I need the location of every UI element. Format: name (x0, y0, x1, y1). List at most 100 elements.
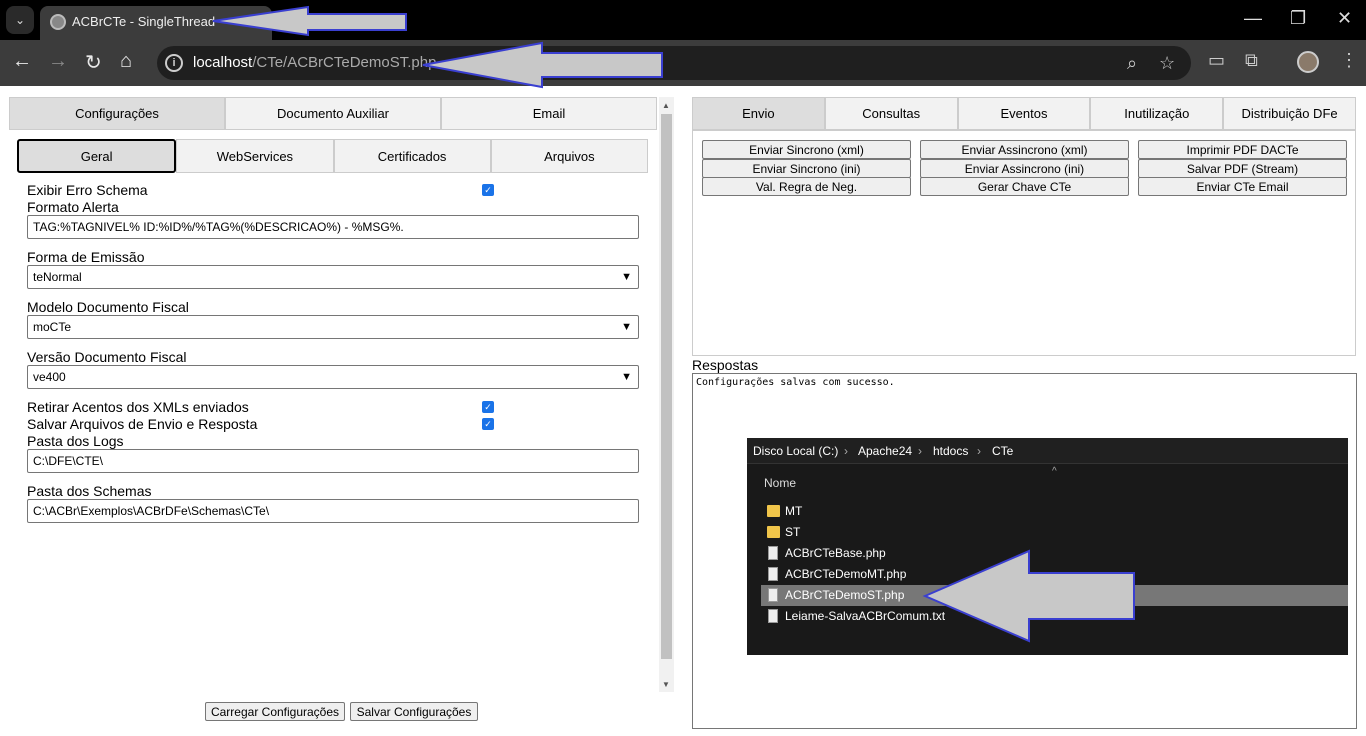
forma-emissao-select[interactable]: teNormal ▼ (27, 265, 639, 289)
menu-icon[interactable]: ⋮ (1340, 50, 1358, 71)
tab-geral[interactable]: Geral (17, 139, 177, 173)
retirar-acentos-label: Retirar Acentos dos XMLs enviados (27, 399, 249, 415)
pasta-schemas-label: Pasta dos Schemas (27, 483, 152, 499)
scroll-down-icon[interactable]: ▼ (662, 680, 670, 689)
tab-arquivos[interactable]: Arquivos (490, 139, 648, 173)
home-icon[interactable]: ⌂ (120, 50, 132, 73)
url-text[interactable]: localhost/CTe/ACBrCTeDemoST.php (193, 54, 436, 71)
chevron-down-icon: ▼ (621, 371, 632, 383)
site-info-icon[interactable]: i (165, 54, 183, 72)
imprimir-pdf-dacte-button[interactable]: Imprimir PDF DACTe (1138, 140, 1347, 159)
chevron-right-icon: › (844, 444, 848, 458)
file-icon (768, 609, 778, 623)
tab-consultas[interactable]: Consultas (824, 97, 958, 130)
modelo-select[interactable]: moCTe ▼ (27, 315, 639, 339)
minimize-icon[interactable]: — (1244, 8, 1262, 29)
explorer-breadcrumb: Disco Local (C:) › Apache24 › htdocs › C… (747, 438, 1348, 464)
zoom-icon[interactable]: ⌕ (1127, 53, 1137, 74)
exibir-erro-label: Exibir Erro Schema (27, 182, 148, 198)
chevron-right-icon: › (918, 444, 922, 458)
file-name: ACBrCTeDemoMT.php (785, 567, 907, 581)
exibir-erro-checkbox[interactable]: ✓ (482, 184, 494, 196)
modelo-label: Modelo Documento Fiscal (27, 299, 189, 315)
close-window-icon[interactable]: ✕ (1337, 8, 1352, 29)
file-name: ST (785, 525, 801, 539)
tab-search-button[interactable]: ⌄ (6, 6, 34, 34)
breadcrumb-item[interactable]: CTe (992, 444, 1013, 458)
chevron-down-icon: ▼ (621, 321, 632, 333)
chevron-down-icon: ⌄ (14, 13, 26, 27)
left-scrollbar[interactable]: ▲ ▼ (659, 97, 674, 692)
tab-envio[interactable]: Envio (692, 97, 825, 130)
tab-configuracoes[interactable]: Configurações (9, 97, 225, 130)
file-icon (768, 588, 778, 602)
enviar-cte-email-button[interactable]: Enviar CTe Email (1138, 177, 1347, 196)
tab-title: ACBrCTe - SingleThread (72, 14, 216, 29)
right-tabs: Envio Consultas Eventos Inutilização Dis… (692, 97, 1356, 130)
pasta-logs-input[interactable]: C:\DFE\CTE\ (27, 449, 639, 473)
bookmark-star-icon[interactable]: ☆ (1159, 53, 1175, 74)
forward-icon[interactable]: → (48, 50, 68, 73)
salvar-arquivos-label: Salvar Arquivos de Envio e Resposta (27, 416, 258, 432)
address-bar[interactable]: i localhost/CTe/ACBrCTeDemoST.php ⌕ ☆ (157, 46, 1191, 80)
modelo-value: moCTe (33, 320, 72, 334)
tab-email[interactable]: Email (441, 97, 657, 130)
file-icon (768, 567, 778, 581)
salvar-configuracoes-button[interactable]: Salvar Configurações (350, 702, 478, 721)
column-header-name[interactable]: Nome (764, 476, 796, 490)
enviar-assincrono-xml-button[interactable]: Enviar Assincrono (xml) (920, 140, 1129, 159)
chevron-down-icon: ▼ (621, 271, 632, 283)
sort-up-icon: ^ (1052, 466, 1057, 477)
enviar-assincrono-ini-button[interactable]: Enviar Assincrono (ini) (920, 159, 1129, 178)
pasta-logs-label: Pasta dos Logs (27, 433, 124, 449)
browser-titlebar: ⌄ ACBrCTe - SingleThread × + — ❐ ✕ (0, 0, 1366, 40)
val-regra-neg-button[interactable]: Val. Regra de Neg. (702, 177, 911, 196)
config-main-tabs: Configurações Documento Auxiliar Email (9, 97, 657, 130)
file-name: MT (785, 504, 803, 518)
tab-webservices[interactable]: WebServices (176, 139, 334, 173)
scrollbar-thumb[interactable] (661, 114, 672, 659)
forma-emissao-label: Forma de Emissão (27, 249, 145, 265)
salvar-arquivos-checkbox[interactable]: ✓ (482, 418, 494, 430)
respostas-label: Respostas (692, 357, 759, 373)
list-item[interactable]: MT (761, 501, 1348, 522)
back-icon[interactable]: ← (12, 50, 32, 73)
profile-avatar[interactable] (1297, 51, 1319, 73)
breadcrumb-item[interactable]: Apache24 (858, 444, 912, 458)
folder-icon (767, 526, 780, 538)
folder-icon (767, 505, 780, 517)
versao-value: ve400 (33, 370, 66, 384)
config-sub-tabs: Geral WebServices Certificados Arquivos (17, 139, 648, 173)
retirar-acentos-checkbox[interactable]: ✓ (482, 401, 494, 413)
restore-icon[interactable]: ❐ (1290, 8, 1306, 29)
annotation-arrow-file (922, 549, 1135, 643)
file-icon (768, 546, 778, 560)
tab-certificados[interactable]: Certificados (333, 139, 491, 173)
scroll-up-icon[interactable]: ▲ (662, 101, 670, 110)
list-item[interactable]: ST (761, 522, 1348, 543)
globe-icon (50, 14, 66, 30)
versao-label: Versão Documento Fiscal (27, 349, 187, 365)
reload-icon[interactable]: ↻ (85, 50, 102, 75)
versao-select[interactable]: ve400 ▼ (27, 365, 639, 389)
pasta-schemas-input[interactable]: C:\ACBr\Exemplos\ACBrDFe\Schemas\CTe\ (27, 499, 639, 523)
enviar-sincrono-ini-button[interactable]: Enviar Sincrono (ini) (702, 159, 911, 178)
enviar-sincrono-xml-button[interactable]: Enviar Sincrono (xml) (702, 140, 911, 159)
tab-distribuicao-dfe[interactable]: Distribuição DFe (1223, 97, 1356, 130)
breadcrumb-item[interactable]: Disco Local (C:) (753, 444, 838, 458)
tab-eventos[interactable]: Eventos (957, 97, 1091, 130)
annotation-arrow-tab (212, 5, 407, 37)
tab-inutilizacao[interactable]: Inutilização (1090, 97, 1224, 130)
annotation-arrow-url (422, 41, 663, 89)
url-host: localhost (193, 54, 253, 71)
carregar-configuracoes-button[interactable]: Carregar Configurações (205, 702, 345, 721)
salvar-pdf-stream-button[interactable]: Salvar PDF (Stream) (1138, 159, 1347, 178)
extensions-icon[interactable]: ⧉ (1245, 50, 1258, 71)
browser-toolbar: ← → ↻ ⌂ i localhost/CTe/ACBrCTeDemoST.ph… (0, 40, 1366, 86)
url-path: /CTe/ACBrCTeDemoST.php (252, 54, 437, 71)
gerar-chave-cte-button[interactable]: Gerar Chave CTe (920, 177, 1129, 196)
downloads-icon[interactable]: ▭ (1208, 50, 1225, 71)
formato-alerta-input[interactable]: TAG:%TAGNIVEL% ID:%ID%/%TAG%(%DESCRICAO%… (27, 215, 639, 239)
breadcrumb-item[interactable]: htdocs (933, 444, 968, 458)
tab-documento-auxiliar[interactable]: Documento Auxiliar (225, 97, 441, 130)
